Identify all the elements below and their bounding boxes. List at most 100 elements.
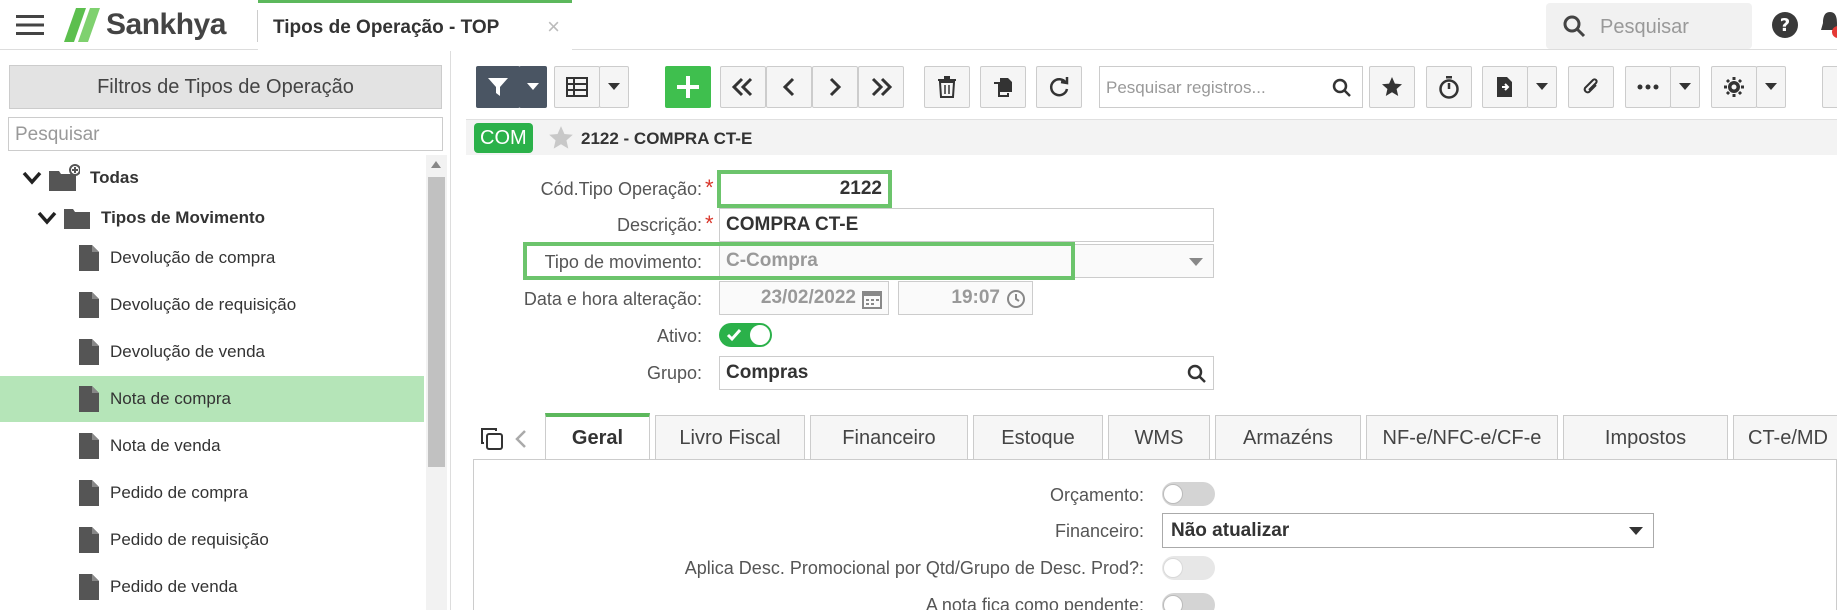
tab-armaz-ns[interactable]: Armazéns: [1215, 415, 1361, 460]
record-type-badge: COM: [474, 123, 533, 153]
attachment-button[interactable]: [1568, 66, 1614, 108]
search-icon[interactable]: [1332, 78, 1352, 98]
tree-item-label: Pedido de compra: [110, 483, 248, 502]
filters-panel: Filtros de Tipos de Operação Pesquisar T…: [0, 51, 451, 610]
record-header: COM 2122 - COMPRA CT-E: [466, 119, 1837, 155]
financeiro-label: Financeiro:: [1054, 521, 1144, 541]
export-button[interactable]: [1482, 66, 1528, 108]
duplicate-button[interactable]: [980, 66, 1026, 108]
tree-item-label: Nota de compra: [110, 389, 231, 408]
tipo-movimento-select[interactable]: C-Compra: [719, 244, 1214, 278]
tab-ct-e-md[interactable]: CT-e/MD: [1733, 415, 1837, 460]
document-icon: [78, 338, 100, 366]
aplica-desc-promocional-label: Aplica Desc. Promocional por Qtd/Grupo d…: [684, 558, 1144, 578]
chevron-down-icon[interactable]: [22, 171, 42, 185]
tabs-bar: Geral Livro Fiscal Financeiro Estoque WMS Arm…: [473, 413, 1837, 460]
app-name: Sankhya: [106, 8, 226, 41]
tipo-movimento-label: Tipo de movimento:: [544, 252, 702, 272]
aplica-desc-promocional-toggle[interactable]: [1162, 556, 1215, 580]
filter-dropdown-button[interactable]: [519, 66, 547, 108]
more-options-button[interactable]: [1625, 66, 1671, 108]
settings-dropdown-button[interactable]: [1756, 66, 1786, 108]
tree-item[interactable]: Pedido de requisição: [0, 517, 424, 563]
next-record-button[interactable]: [812, 66, 858, 108]
document-icon: [78, 385, 100, 413]
clock-icon[interactable]: [1006, 289, 1026, 309]
record-title: 2122 - COMPRA CT-E: [581, 129, 753, 148]
chevron-down-icon[interactable]: [1189, 258, 1203, 266]
sankhya-logo-icon: [62, 6, 102, 44]
export-dropdown-button[interactable]: [1527, 66, 1557, 108]
last-record-button[interactable]: [858, 66, 904, 108]
descricao-field[interactable]: COMPRA CT-E: [719, 208, 1214, 242]
tab-livro-fiscal[interactable]: Livro Fiscal: [655, 415, 805, 460]
orcamento-label: Orçamento:: [1049, 485, 1144, 505]
search-records-input[interactable]: Pesquisar registros...: [1099, 66, 1363, 108]
tab-wms[interactable]: WMS: [1108, 415, 1210, 460]
record-toolbar: Pesquisar registros...: [466, 64, 1837, 110]
ativo-toggle[interactable]: [719, 323, 772, 347]
document-icon: [78, 432, 100, 460]
tab-nf-e-nfc-e-cf-e[interactable]: NF-e/NFC-e/CF-e: [1366, 415, 1558, 460]
svg-text:?: ?: [1780, 15, 1790, 36]
screen-tab[interactable]: Tipos de Operação - TOP ×: [258, 0, 572, 50]
tree-item[interactable]: Devolução de requisição: [0, 282, 424, 328]
chevron-down-icon[interactable]: [1629, 527, 1643, 535]
hora-alteracao-field: 19:07: [898, 281, 1033, 315]
tree-item[interactable]: Nota de compra: [0, 376, 424, 422]
tab-estoque[interactable]: Estoque: [973, 415, 1103, 460]
add-record-button[interactable]: [665, 66, 711, 108]
close-tab-icon[interactable]: ×: [547, 16, 560, 38]
tree-item[interactable]: Pedido de compra: [0, 470, 424, 516]
global-search[interactable]: Pesquisar: [1546, 3, 1752, 49]
cod-tipo-operacao-field[interactable]: 2122: [719, 172, 889, 206]
filters-search-input[interactable]: Pesquisar: [8, 117, 443, 151]
settings-button[interactable]: [1711, 66, 1757, 108]
menu-icon[interactable]: [14, 12, 46, 38]
tree-item-label: Devolução de requisição: [110, 295, 297, 314]
tree-item[interactable]: Pedido de venda: [0, 564, 424, 610]
previous-record-button[interactable]: [766, 66, 812, 108]
tab-geral[interactable]: Geral: [545, 413, 650, 460]
toggle-knob: [1163, 595, 1183, 610]
tree-item[interactable]: Devolução de venda: [0, 329, 424, 375]
financeiro-select[interactable]: Não atualizar: [1162, 513, 1654, 548]
descricao-label: Descrição:: [616, 215, 702, 235]
first-record-button[interactable]: [720, 66, 766, 108]
more-options-dropdown-button[interactable]: [1670, 66, 1700, 108]
tab-financeiro[interactable]: Financeiro: [810, 415, 968, 460]
search-records-placeholder: Pesquisar registros...: [1106, 78, 1266, 97]
required-marker: *: [705, 175, 714, 200]
search-icon[interactable]: [1187, 364, 1207, 384]
help-icon[interactable]: ?: [1771, 11, 1799, 39]
nota-pendente-toggle[interactable]: [1162, 593, 1215, 610]
chevron-down-icon[interactable]: [37, 211, 57, 225]
tree-item-label: Devolução de venda: [110, 342, 266, 361]
favorite-button[interactable]: [1369, 66, 1415, 108]
tree-node-label: Todas: [90, 168, 139, 187]
tree-item[interactable]: Nota de venda: [0, 423, 424, 469]
toggle-knob: [1163, 558, 1183, 578]
tab-panel-geral: Orçamento: Financeiro: Não atualizar Apl…: [473, 459, 1837, 610]
check-icon: [726, 328, 742, 342]
notifications-bell-icon[interactable]: [1820, 10, 1837, 40]
search-icon: [1562, 14, 1586, 38]
grid-view-button[interactable]: [554, 66, 600, 108]
copy-icon[interactable]: [480, 427, 504, 451]
grid-view-dropdown-button[interactable]: [599, 66, 629, 108]
chevron-left-icon[interactable]: [515, 429, 527, 449]
delete-button[interactable]: [924, 66, 970, 108]
filter-button[interactable]: [476, 66, 520, 108]
orcamento-toggle[interactable]: [1162, 482, 1215, 506]
app-logo[interactable]: Sankhya: [62, 6, 226, 44]
timer-button[interactable]: [1426, 66, 1472, 108]
favorite-star-icon[interactable]: [548, 125, 574, 151]
scroll-up-arrow[interactable]: [431, 161, 441, 168]
grupo-field[interactable]: Compras: [719, 356, 1214, 390]
tab-impostos[interactable]: Impostos: [1563, 415, 1728, 460]
extra-toolbar-button[interactable]: [1822, 66, 1837, 108]
tree-item-label: Nota de venda: [110, 436, 221, 455]
tree-item[interactable]: Devolução de compra: [0, 235, 424, 281]
refresh-button[interactable]: [1036, 66, 1082, 108]
calendar-icon[interactable]: [862, 289, 882, 309]
